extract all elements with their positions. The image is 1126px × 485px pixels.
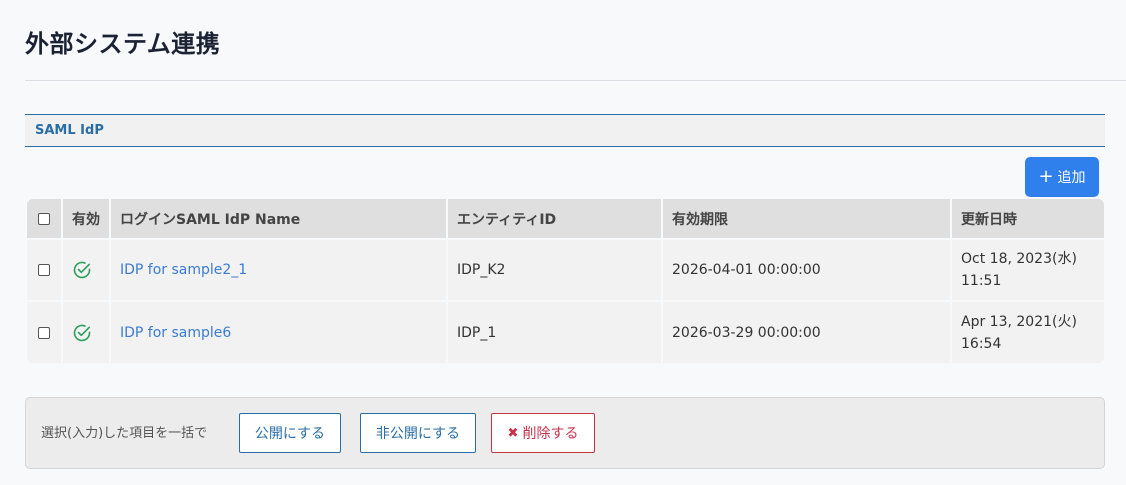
updated-cell: Apr 13, 2021(火) 16:54: [951, 300, 1104, 363]
updated-time: 11:51: [961, 273, 1002, 289]
header-name[interactable]: ログインSAML IdP Name: [110, 199, 448, 239]
header-updated[interactable]: 更新日時: [951, 199, 1104, 239]
table-row: IDP for sample6 IDP_1 2026-03-29 00:00:0…: [27, 300, 1104, 363]
select-all-checkbox[interactable]: [38, 212, 50, 225]
row-checkbox[interactable]: [38, 326, 50, 339]
entity-id-cell: IDP_K2: [447, 238, 663, 301]
updated-cell: Oct 18, 2023(水) 11:51: [951, 238, 1104, 301]
section-label: SAML IdP: [35, 123, 104, 138]
delete-button[interactable]: ✖ 削除する: [491, 413, 595, 453]
idp-name-link[interactable]: IDP for sample2_1: [120, 262, 247, 278]
add-button[interactable]: + 追加: [1025, 157, 1099, 197]
check-circle-icon: [73, 324, 91, 341]
updated-date: Apr 13, 2021(火): [961, 313, 1077, 330]
check-circle-icon: [73, 261, 91, 279]
header-enabled[interactable]: 有効: [62, 199, 111, 239]
expiry-cell: 2026-04-01 00:00:00: [662, 238, 952, 301]
select-all-cell: [27, 199, 63, 239]
idp-name-link[interactable]: IDP for sample6: [120, 325, 231, 341]
close-icon: ✖: [507, 425, 519, 441]
updated-date: Oct 18, 2023(水): [961, 251, 1077, 267]
page-title: 外部システム連携: [25, 30, 221, 58]
section-header: SAML IdP: [25, 114, 1105, 147]
title-divider: [25, 80, 1126, 81]
updated-time: 16:54: [961, 335, 1002, 352]
bulk-action-panel: 選択(入力)した項目を一括で 公開にする 非公開にする ✖ 削除する: [25, 397, 1105, 469]
row-checkbox[interactable]: [38, 264, 50, 276]
name-cell: IDP for sample2_1: [110, 238, 448, 301]
enabled-cell: [62, 238, 111, 301]
table-row: IDP for sample2_1 IDP_K2 2026-04-01 00:0…: [27, 238, 1104, 301]
publish-button[interactable]: 公開にする: [239, 413, 341, 453]
row-select-cell: [27, 300, 63, 363]
expiry-cell: 2026-03-29 00:00:00: [662, 300, 952, 363]
plus-icon: +: [1038, 166, 1054, 187]
table-header-row: 有効 ログインSAML IdP Name エンティティID 有効期限 更新日時: [27, 199, 1104, 239]
entity-id-cell: IDP_1: [447, 300, 663, 363]
delete-button-label: 削除する: [522, 426, 579, 442]
idp-table: 有効 ログインSAML IdP Name エンティティID 有効期限 更新日時: [27, 199, 1104, 363]
row-select-cell: [27, 238, 63, 301]
header-entity-id[interactable]: エンティティID: [447, 199, 663, 239]
name-cell: IDP for sample6: [110, 300, 448, 363]
bulk-action-label: 選択(入力)した項目を一括で: [41, 426, 208, 441]
enabled-cell: [62, 300, 111, 363]
unpublish-button[interactable]: 非公開にする: [360, 413, 476, 453]
header-expiry[interactable]: 有効期限: [662, 199, 952, 239]
add-button-label: 追加: [1057, 170, 1086, 186]
